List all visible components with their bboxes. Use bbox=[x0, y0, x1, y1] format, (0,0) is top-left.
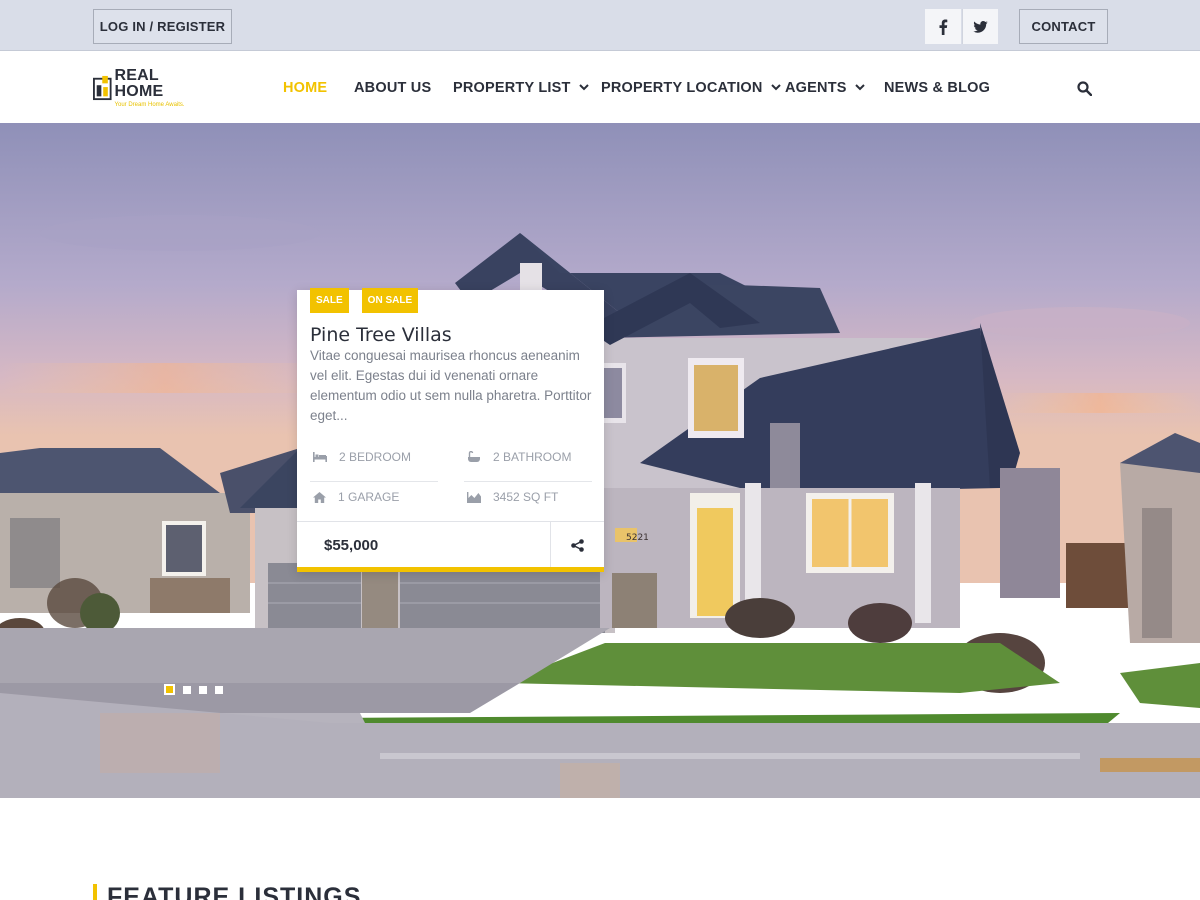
feature-divider bbox=[464, 481, 592, 482]
card-footer: $55,000 bbox=[297, 521, 604, 569]
site-logo[interactable]: REAL HOME Your Dream Home Awaits. bbox=[93, 68, 205, 108]
contact-button[interactable]: CONTACT bbox=[1019, 9, 1108, 44]
chevron-down-icon bbox=[770, 84, 781, 91]
feature-divider bbox=[310, 481, 438, 482]
feature-area: 3452 SQ FT bbox=[467, 490, 558, 504]
nav-agents[interactable]: AGENTS bbox=[785, 52, 865, 123]
card-accent-bar bbox=[297, 567, 604, 572]
login-register-button[interactable]: LOG IN / REGISTER bbox=[93, 9, 232, 44]
slider-dot[interactable] bbox=[164, 684, 175, 695]
main-header: REAL HOME Your Dream Home Awaits. HOME A… bbox=[0, 52, 1200, 123]
facebook-button[interactable] bbox=[925, 9, 961, 44]
search-icon[interactable] bbox=[1077, 81, 1092, 96]
property-price: $55,000 bbox=[324, 537, 379, 554]
nav-label: NEWS & BLOG bbox=[884, 79, 991, 96]
sale-badge[interactable]: SALE bbox=[310, 288, 349, 313]
chevron-down-icon bbox=[578, 84, 589, 91]
slider-dot[interactable] bbox=[215, 685, 223, 694]
slider-dot[interactable] bbox=[183, 685, 191, 694]
bedroom-count: 2 BEDROOM bbox=[339, 450, 412, 464]
bath-icon bbox=[468, 451, 480, 462]
bathroom-count: 2 BATHROOM bbox=[493, 450, 572, 464]
twitter-button[interactable] bbox=[962, 9, 998, 44]
slider-pagination bbox=[164, 684, 223, 695]
facebook-icon bbox=[939, 19, 948, 35]
chevron-down-icon bbox=[854, 84, 865, 91]
property-card: SALE ON SALE Pine Tree Villas Vitae cong… bbox=[297, 288, 604, 572]
feature-bathroom: 2 BATHROOM bbox=[467, 450, 571, 464]
nav-label: HOME bbox=[283, 79, 328, 96]
top-bar: LOG IN / REGISTER CONTACT bbox=[0, 0, 1200, 51]
house-number: 5221 bbox=[626, 533, 649, 543]
brand-tagline: Your Dream Home Awaits. bbox=[114, 102, 185, 108]
feature-bedroom: 2 BEDROOM bbox=[313, 450, 411, 464]
bed-icon bbox=[313, 452, 327, 462]
nav-label: PROPERTY LOCATION bbox=[601, 79, 763, 96]
brand-name: REAL HOME bbox=[114, 67, 164, 100]
nav-label: AGENTS bbox=[785, 79, 847, 96]
property-badges: SALE ON SALE bbox=[310, 288, 419, 313]
section-heading: FEATURE LISTINGS bbox=[107, 883, 362, 900]
area-icon bbox=[467, 491, 481, 503]
home-icon bbox=[313, 491, 326, 503]
nav-about-us[interactable]: ABOUT US bbox=[354, 52, 431, 123]
garage-count: 1 GARAGE bbox=[338, 490, 400, 504]
nav-home[interactable]: HOME bbox=[283, 52, 327, 123]
area-size: 3452 SQ FT bbox=[493, 490, 559, 504]
nav-label: ABOUT US bbox=[354, 79, 432, 96]
nav-property-location[interactable]: PROPERTY LOCATION bbox=[601, 52, 781, 123]
property-title[interactable]: Pine Tree Villas bbox=[310, 324, 452, 346]
property-description: Vitae conguesai maurisea rhoncus aeneani… bbox=[310, 348, 592, 423]
nav-property-list[interactable]: PROPERTY LIST bbox=[453, 52, 589, 123]
logo-mark-icon bbox=[93, 75, 112, 101]
feature-listings-heading: FEATURE LISTINGS bbox=[93, 884, 361, 900]
nav-label: PROPERTY LIST bbox=[453, 79, 571, 96]
share-button[interactable] bbox=[550, 522, 604, 569]
on-sale-badge[interactable]: ON SALE bbox=[361, 288, 419, 313]
share-icon bbox=[571, 539, 584, 552]
slider-dot[interactable] bbox=[199, 685, 207, 694]
feature-garage: 1 GARAGE bbox=[313, 490, 399, 504]
nav-news-blog[interactable]: NEWS & BLOG bbox=[884, 52, 990, 123]
twitter-icon bbox=[973, 20, 988, 33]
heading-accent-bar bbox=[93, 884, 97, 900]
